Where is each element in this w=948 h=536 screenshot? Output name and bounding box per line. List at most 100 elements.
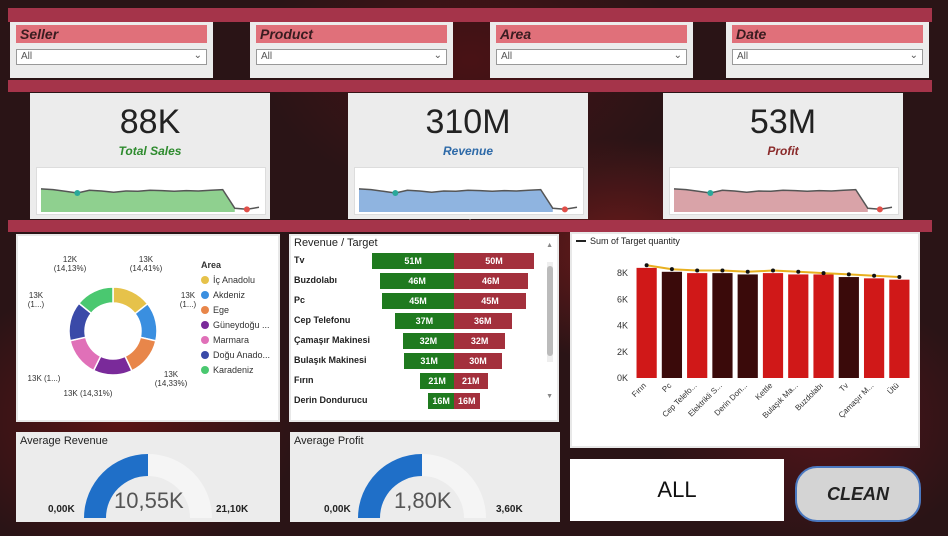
gauge-average-profit: Average Profit 1,80K 0,00K 3,60K (290, 432, 560, 522)
gauge-min: 0,00K (48, 504, 75, 515)
legend-item[interactable]: İç Anadolu (201, 272, 279, 287)
donut-panel: 12K (14,13%) 13K (14,41%) 13K (1...) 13K (14,33… (16, 234, 280, 422)
revenue-bar[interactable]: 37M (394, 313, 454, 329)
revenue-target-row: Derin Dondurucu 16M 16M (294, 392, 548, 410)
revenue-target-panel: Revenue / Target Tv 51M 50M Buzdolabı 46M 46M… (289, 234, 559, 422)
revenue-bar[interactable]: 31M (404, 353, 454, 369)
kpi-profit: 53M Profit (663, 93, 903, 219)
x-tick-label: Buzdolabı (793, 381, 825, 413)
revenue-bar[interactable]: 32M (402, 333, 454, 349)
scrollbar-thumb[interactable] (547, 266, 553, 356)
kpi-label: Profit (767, 144, 799, 158)
sparkline (669, 167, 899, 215)
target-bar[interactable]: 45M (454, 293, 526, 309)
gauge-max: 21,10K (216, 504, 249, 515)
legend-label: Akdeniz (213, 289, 246, 300)
bar (762, 273, 784, 378)
kpi-total-sales: 88K Total Sales (30, 93, 270, 219)
revenue-bar[interactable]: 16M (428, 393, 454, 409)
donut-data-label: (14,41%) (130, 264, 163, 273)
product-dropdown[interactable]: All ⌄ (256, 49, 447, 65)
revenue-bar[interactable]: 46M (380, 273, 454, 289)
donut-data-label: 13K (181, 291, 196, 300)
clean-button[interactable]: CLEAN (795, 466, 921, 522)
revenue-target-row: Çamaşır Makinesi 32M 32M (294, 332, 548, 350)
legend-item[interactable]: Ege (201, 302, 279, 317)
revenue-bar[interactable]: 45M (382, 293, 454, 309)
bar (661, 271, 683, 378)
bar (889, 279, 910, 378)
revenue-bar[interactable]: 51M (372, 253, 454, 269)
revenue-bar[interactable]: 21M (420, 373, 454, 389)
target-point (821, 271, 826, 276)
gauge-value: 1,80K (394, 488, 452, 513)
scroll-down-icon[interactable]: ▼ (546, 393, 553, 400)
slicer-title: Seller (16, 25, 207, 43)
target-point (745, 269, 750, 274)
slicer-product: Product All ⌄ (250, 22, 453, 78)
y-tick-label: 6K (617, 294, 628, 304)
donut-data-label: 13K (139, 255, 154, 264)
sparkline-min-dot (243, 206, 250, 213)
donut-data-label: (1...) (28, 300, 45, 309)
target-bar[interactable]: 21M (454, 373, 488, 389)
slicer-title: Area (496, 25, 687, 43)
x-tick-label: Kettle (754, 381, 775, 402)
revenue-target-row: Tv 51M 50M (294, 252, 548, 270)
target-bar[interactable]: 36M (454, 313, 512, 329)
donut-data-label: (1...) (180, 300, 197, 309)
legend-label: Güneydoğu ... (213, 319, 270, 330)
bar (712, 273, 733, 378)
slicer-title: Product (256, 25, 447, 43)
target-bar[interactable]: 50M (454, 253, 534, 269)
legend-swatch (201, 335, 209, 344)
target-bar[interactable]: 46M (454, 273, 528, 289)
donut-data-label: 13K (14,31%) (64, 389, 113, 398)
slicer-title: Date (732, 25, 923, 43)
area-dropdown[interactable]: All ⌄ (496, 49, 687, 65)
legend-label: Ege (213, 304, 230, 315)
sparkline-max-dot (392, 190, 399, 196)
target-point (846, 272, 851, 277)
sparkline-min-dot (561, 206, 568, 213)
target-point (872, 273, 877, 278)
target-bar[interactable]: 30M (454, 353, 502, 369)
legend-item[interactable]: Doğu Anado... (201, 347, 279, 362)
date-dropdown[interactable]: All ⌄ (732, 49, 923, 65)
target-point (644, 263, 649, 268)
target-bar[interactable]: 16M (454, 393, 480, 409)
y-tick-label: 0K (617, 373, 628, 383)
target-bar[interactable]: 32M (454, 333, 506, 349)
row-label: Çamaşır Makinesi (294, 335, 371, 345)
target-point (720, 268, 725, 273)
bar (838, 277, 859, 378)
donut-data-label: 13K (164, 370, 179, 379)
gauge-value: 10,55K (114, 488, 184, 513)
chevron-down-icon: ⌄ (433, 50, 442, 61)
sparkline-max-dot (74, 190, 81, 196)
target-point (796, 269, 801, 274)
dropdown-value: All (261, 51, 273, 62)
legend-item[interactable]: Karadeniz (201, 362, 279, 377)
target-bar-chart: 0K2K4K6K8KFırın PcCep Telefo...Elektrikli… (617, 263, 910, 420)
selection-display: ALL (570, 459, 784, 521)
gauge-max: 3,60K (496, 504, 523, 515)
scroll-up-icon[interactable]: ▲ (546, 242, 553, 249)
kpi-revenue: 310M Revenue (348, 93, 588, 219)
donut-data-label: (14,33%) (155, 379, 188, 388)
seller-dropdown[interactable]: All ⌄ (16, 49, 207, 65)
row-label: Pc (294, 295, 306, 305)
legend-item[interactable]: Akdeniz (201, 287, 279, 302)
row-label: Tv (294, 255, 305, 265)
legend-item[interactable]: Güneydoğu ... (201, 317, 279, 332)
bar (813, 274, 834, 378)
legend-label: Marmara (213, 334, 250, 345)
top-strip (8, 8, 932, 22)
legend-swatch (201, 305, 209, 314)
kpi-label: Total Sales (118, 144, 182, 158)
target-quantity-panel: Sum of Target quantity 0K 2K 4K 6K 8K Fırın Pc… (570, 232, 920, 448)
x-tick-label: Ütü (886, 381, 901, 396)
x-tick-label: Fırın (630, 381, 648, 399)
sparkline-max-dot (707, 190, 714, 196)
legend-item[interactable]: Marmara (201, 332, 279, 347)
